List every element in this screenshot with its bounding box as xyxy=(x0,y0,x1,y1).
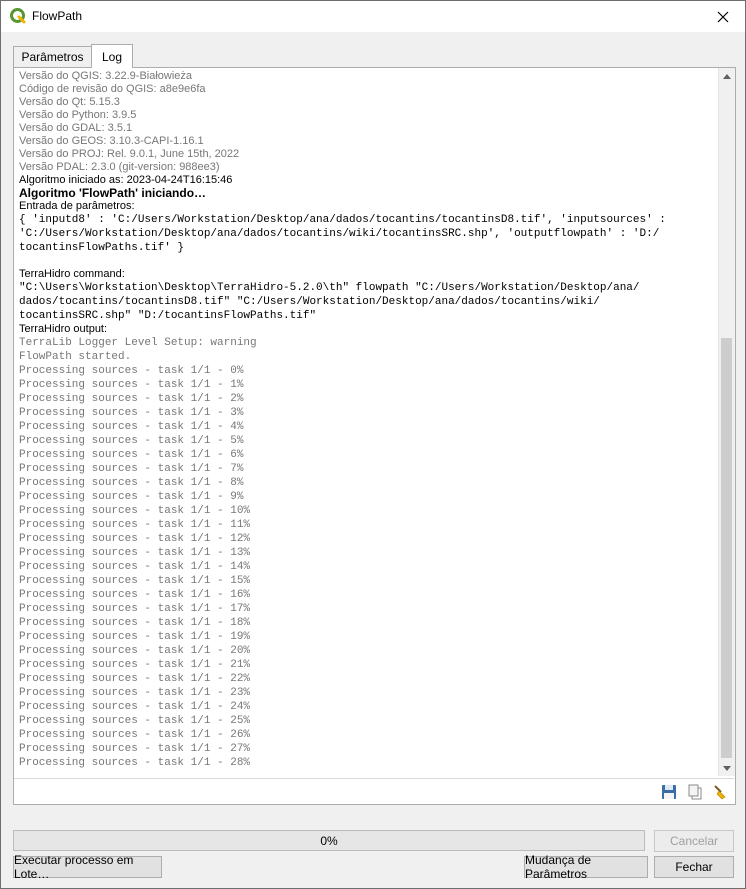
log-version-line: Versão do QGIS: 3.22.9-Białowieża xyxy=(19,70,193,82)
log-output-line: Processing sources - task 1/1 - 15% xyxy=(19,575,251,587)
batch-process-button[interactable]: Executar processo em Lote… xyxy=(13,853,162,881)
log-output-line: Processing sources - task 1/1 - 7% xyxy=(19,463,244,475)
scroll-down-button[interactable] xyxy=(719,760,735,776)
log-version-line: Versão do GDAL: 3.5.1 xyxy=(19,122,133,134)
log-command-line: tocantinsSRC.shp" "D:/tocantinsFlowPaths… xyxy=(19,310,317,322)
log-output-line: TerraLib Logger Level Setup: warning xyxy=(19,337,257,349)
save-icon[interactable] xyxy=(661,784,677,800)
log-output-line: FlowPath started. xyxy=(19,351,132,363)
log-output-line: Processing sources - task 1/1 - 9% xyxy=(19,491,244,503)
log-params-line: tocantinsFlowPaths.tif' } xyxy=(19,242,185,254)
log-output-line: Processing sources - task 1/1 - 2% xyxy=(19,393,244,405)
log-scrollbar[interactable] xyxy=(718,68,735,776)
dialog-window: FlowPath Parâmetros Log Versão do QGIS: … xyxy=(0,0,746,889)
log-output-line: Processing sources - task 1/1 - 22% xyxy=(19,673,251,685)
qgis-logo-icon xyxy=(10,8,26,24)
log-output-line: Processing sources - task 1/1 - 1% xyxy=(19,379,244,391)
chevron-up-icon xyxy=(723,73,731,79)
log-params-line: { 'inputd8' : 'C:/Users/Workstation/Desk… xyxy=(19,214,666,226)
log-output-line: Processing sources - task 1/1 - 17% xyxy=(19,603,251,615)
log-command-label: TerraHidro command: xyxy=(19,268,125,280)
log-panel: Versão do QGIS: 3.22.9-Białowieża Código … xyxy=(13,67,736,805)
progress-bar: 0% xyxy=(13,830,645,851)
log-command-line: dados/tocantins/tocantinsD8.tif" "C:/Use… xyxy=(19,296,600,308)
log-output-line: Processing sources - task 1/1 - 3% xyxy=(19,407,244,419)
log-output-line: Processing sources - task 1/1 - 19% xyxy=(19,631,251,643)
log-output-line: Processing sources - task 1/1 - 13% xyxy=(19,547,251,559)
log-output-line: Processing sources - task 1/1 - 26% xyxy=(19,729,251,741)
close-icon xyxy=(717,11,729,22)
log-output-line: Processing sources - task 1/1 - 24% xyxy=(19,701,251,713)
log-params-label: Entrada de parâmetros: xyxy=(19,200,135,212)
log-output-line: Processing sources - task 1/1 - 11% xyxy=(19,519,251,531)
log-output-line: Processing sources - task 1/1 - 14% xyxy=(19,561,251,573)
log-output-line: Processing sources - task 1/1 - 0% xyxy=(19,365,244,377)
change-parameters-button[interactable]: Mudança de Parâmetros xyxy=(524,853,648,881)
title-bar: FlowPath xyxy=(1,1,745,32)
log-version-line: Versão PDAL: 2.3.0 (git-version: 988ee3) xyxy=(19,161,220,173)
log-output-line: Processing sources - task 1/1 - 5% xyxy=(19,435,244,447)
close-button[interactable]: Fechar xyxy=(654,856,734,878)
window-title: FlowPath xyxy=(32,9,83,23)
copy-icon[interactable] xyxy=(687,784,703,800)
chevron-down-icon xyxy=(723,765,731,771)
log-params-line: 'C:/Users/Workstation/Desktop/ana/dados/… xyxy=(19,228,660,240)
log-output-line: Processing sources - task 1/1 - 27% xyxy=(19,743,251,755)
log-output-line: Processing sources - task 1/1 - 8% xyxy=(19,477,244,489)
log-output-line: Processing sources - task 1/1 - 25% xyxy=(19,715,251,727)
log-version-line: Versão do PROJ: Rel. 9.0.1, June 15th, 2… xyxy=(19,148,240,160)
log-version-line: Código de revisão do QGIS: a8e9e6fa xyxy=(19,83,206,95)
log-output-line: Processing sources - task 1/1 - 10% xyxy=(19,505,251,517)
log-output-line: Processing sources - task 1/1 - 16% xyxy=(19,589,251,601)
log-command-line: "C:\Users\Workstation\Desktop\TerraHidro… xyxy=(19,282,640,294)
tab-parametros[interactable]: Parâmetros xyxy=(13,46,92,67)
log-toolbar xyxy=(14,778,734,805)
scroll-thumb[interactable] xyxy=(721,338,732,758)
log-output-line: Processing sources - task 1/1 - 21% xyxy=(19,659,251,671)
close-window-button[interactable] xyxy=(701,1,745,32)
clear-icon[interactable] xyxy=(712,784,728,800)
log-output-line: Processing sources - task 1/1 - 20% xyxy=(19,645,251,657)
tab-log[interactable]: Log xyxy=(91,44,133,68)
log-version-line: Versão do Qt: 5.15.3 xyxy=(19,96,120,108)
log-starting: Algoritmo 'FlowPath' iniciando… xyxy=(19,186,207,200)
log-version-line: Versão do Python: 3.9.5 xyxy=(19,109,137,121)
log-output-line: Processing sources - task 1/1 - 4% xyxy=(19,421,244,433)
log-output-line: Processing sources - task 1/1 - 28% xyxy=(19,757,251,769)
log-text[interactable]: Versão do QGIS: 3.22.9-Białowieża Código … xyxy=(19,70,718,776)
log-output-line: Processing sources - task 1/1 - 6% xyxy=(19,449,244,461)
cancel-button[interactable]: Cancelar xyxy=(654,830,734,852)
log-output-line: Processing sources - task 1/1 - 12% xyxy=(19,533,251,545)
log-output-line: Processing sources - task 1/1 - 23% xyxy=(19,687,251,699)
log-output-label: TerraHidro output: xyxy=(19,323,108,335)
progress-text: 0% xyxy=(320,833,338,848)
log-output-line: Processing sources - task 1/1 - 18% xyxy=(19,617,251,629)
scroll-up-button[interactable] xyxy=(719,68,735,84)
log-version-line: Versão do GEOS: 3.10.3-CAPI-1.16.1 xyxy=(19,135,204,147)
